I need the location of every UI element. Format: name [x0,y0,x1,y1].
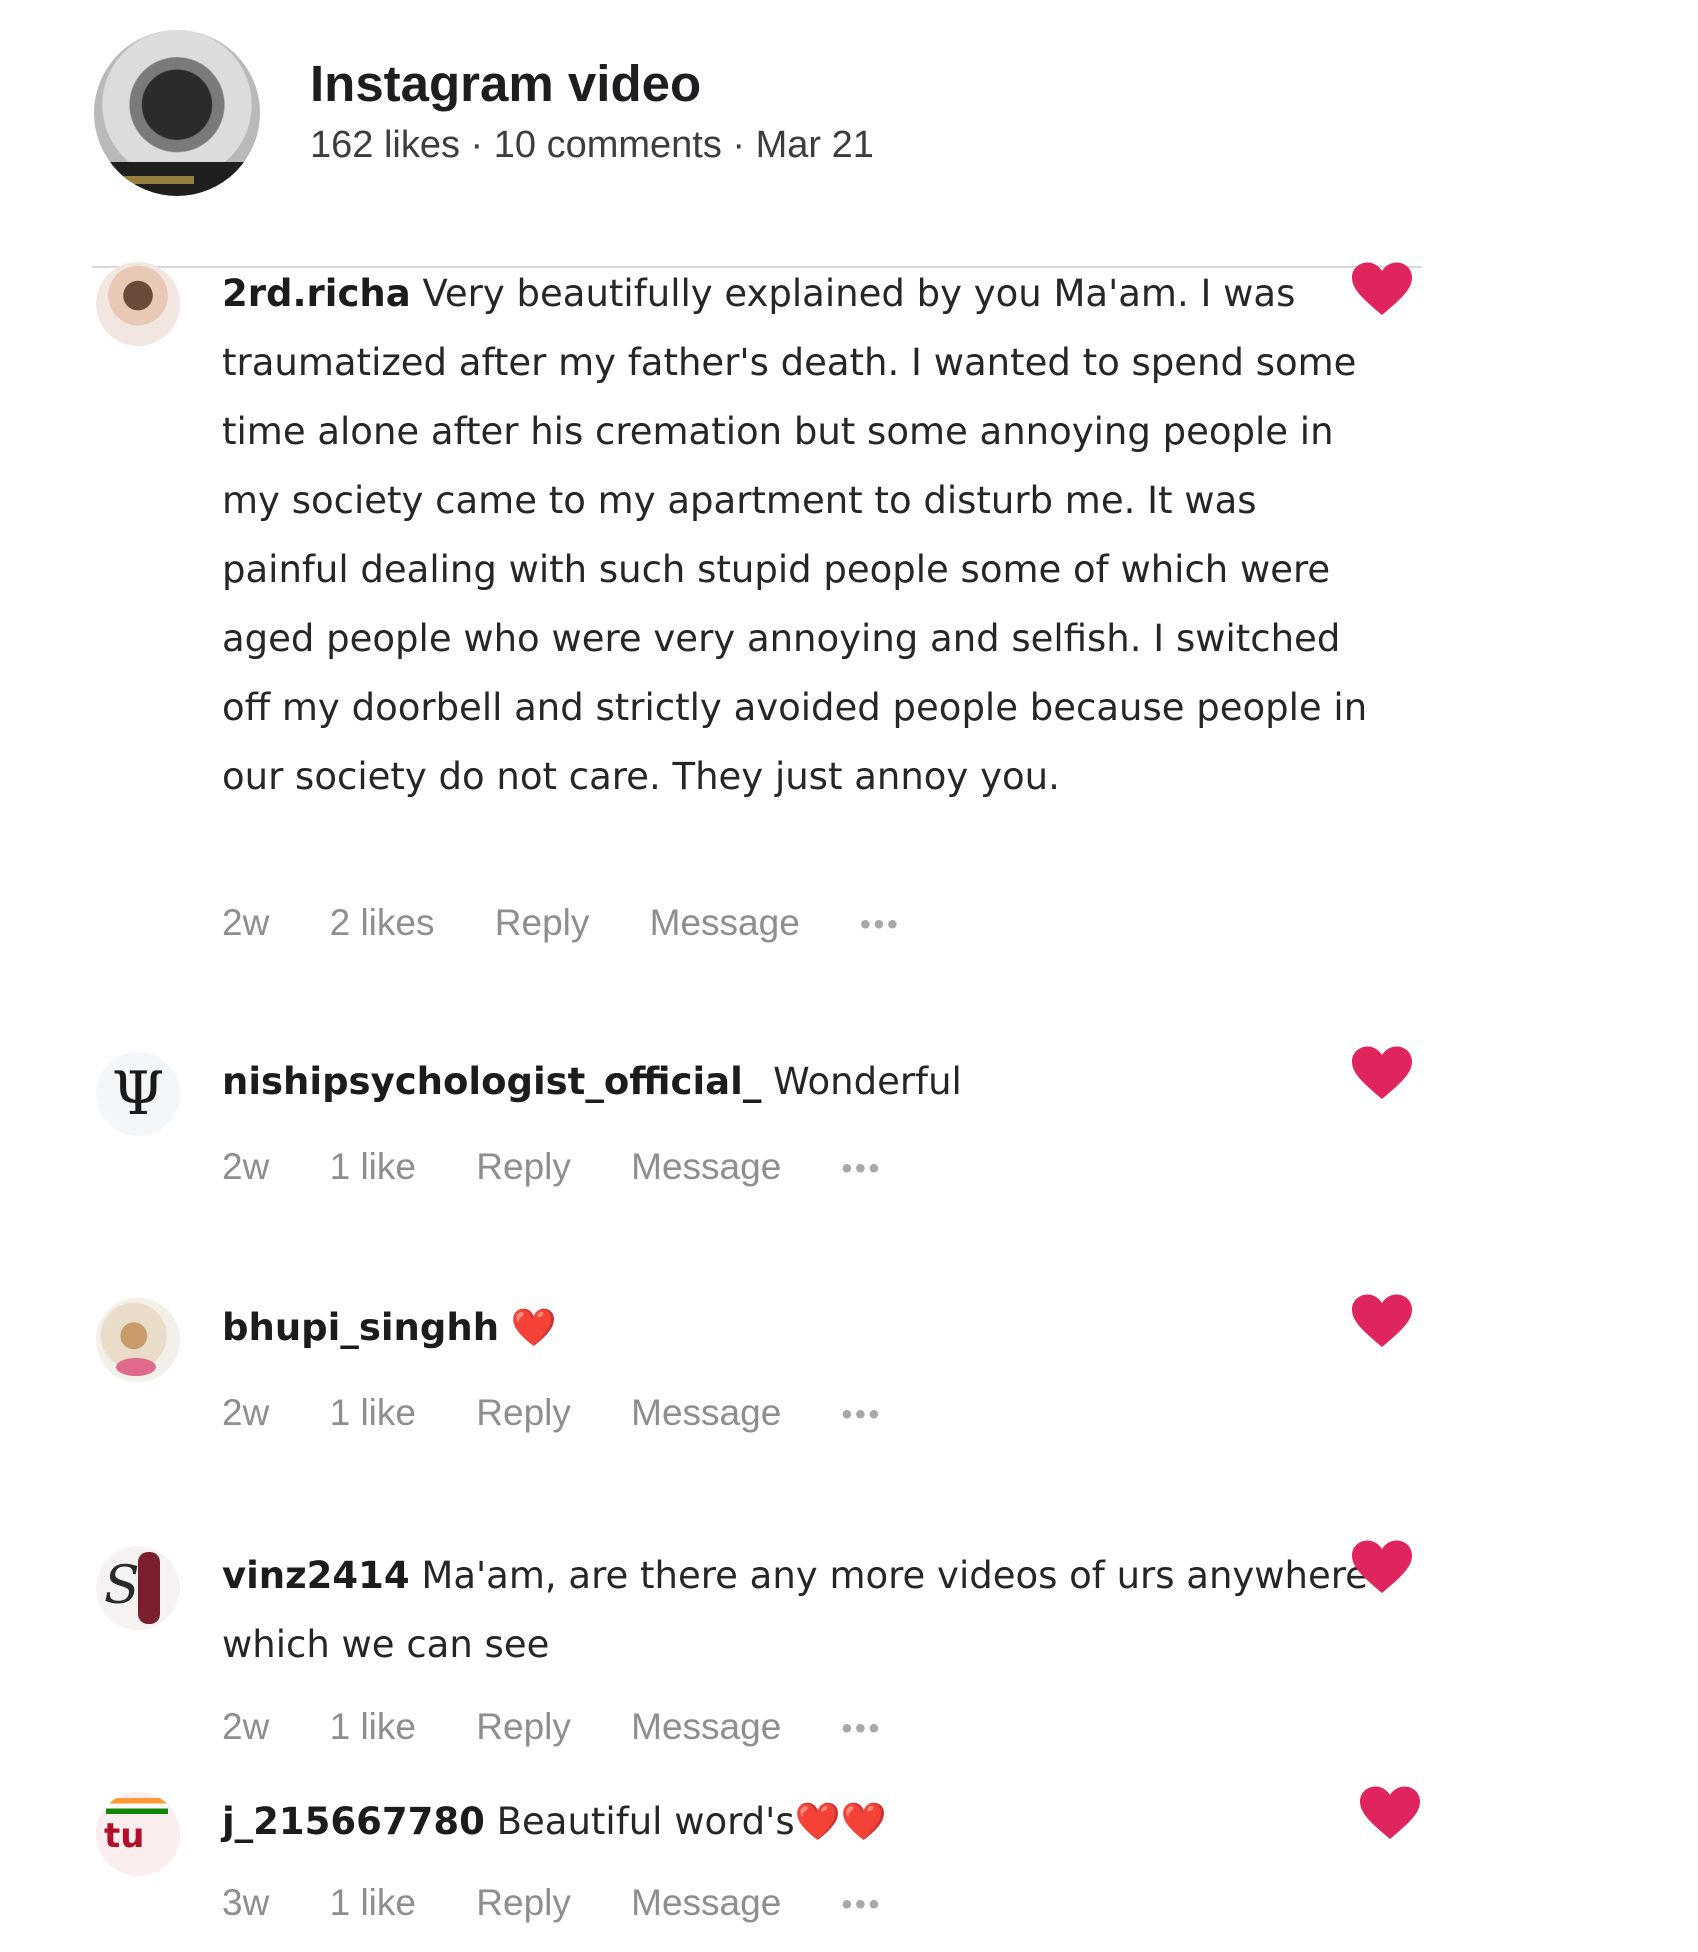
psi-icon: Ψ [111,1059,165,1129]
comment-text: vinz2414 Ma'am, are there any more video… [222,1541,1372,1679]
comment-text: j_215667780 Beautiful word's❤️❤️ [222,1787,1372,1856]
post-title[interactable]: Instagram video [310,54,701,113]
comment-likes[interactable]: 2 likes [330,902,435,944]
more-options-icon[interactable]: ••• [842,1888,883,1922]
reply-button[interactable]: Reply [476,1706,571,1748]
comment-time: 2w [222,1392,270,1433]
comment-actions: 2w 1 like Reply Message ••• [222,1392,932,1442]
comment-text: 2rd.richa Very beautifully explained by … [222,259,1372,811]
heart-icon[interactable] [1352,1540,1412,1596]
reply-button[interactable]: Reply [495,902,590,944]
comment-body: ❤️ [499,1306,557,1349]
reply-button[interactable]: Reply [476,1392,571,1434]
comment-username[interactable]: 2rd.richa [222,272,411,315]
avatar[interactable] [96,1298,180,1382]
heart-icon[interactable] [1360,1786,1420,1842]
comment-username[interactable]: j_215667780 [222,1800,485,1843]
comment-body: Wonderful [761,1060,962,1103]
comment-actions: 2w 2 likes Reply Message ••• [222,902,951,952]
comment-actions: 3w 1 like Reply Message ••• [222,1882,932,1932]
heart-icon[interactable] [1352,1294,1412,1350]
profile-avatar[interactable] [94,30,260,196]
avatar[interactable]: Ψ [96,1052,180,1136]
comment-username[interactable]: nishipsychologist_official_ [222,1060,761,1103]
comment-username[interactable]: vinz2414 [222,1554,410,1597]
message-button[interactable]: Message [631,1882,781,1924]
comment-body: Beautiful word's❤️❤️ [484,1800,887,1843]
message-button[interactable]: Message [631,1146,781,1188]
comment-actions: 2w 1 like Reply Message ••• [222,1706,932,1756]
more-options-icon[interactable]: ••• [842,1712,883,1746]
comment-text: bhupi_singhh ❤️ [222,1293,1372,1362]
message-button[interactable]: Message [631,1706,781,1748]
comment-time: 3w [222,1882,270,1923]
heart-icon[interactable] [1352,1046,1412,1102]
comment-likes[interactable]: 1 like [330,1706,416,1748]
reply-button[interactable]: Reply [476,1146,571,1188]
comment-time: 2w [222,1706,270,1747]
more-options-icon[interactable]: ••• [842,1152,883,1186]
comment-body: Very beautifully explained by you Ma'am.… [222,272,1368,798]
comment-username[interactable]: bhupi_singhh [222,1306,499,1349]
avatar[interactable]: S [96,1546,180,1630]
message-button[interactable]: Message [650,902,800,944]
message-button[interactable]: Message [631,1392,781,1434]
comment-time: 2w [222,1146,270,1187]
more-options-icon[interactable]: ••• [860,908,901,942]
heart-icon[interactable] [1352,262,1412,318]
comment-likes[interactable]: 1 like [330,1392,416,1434]
avatar[interactable] [96,262,180,346]
comment-likes[interactable]: 1 like [330,1146,416,1188]
more-options-icon[interactable]: ••• [842,1398,883,1432]
post-header: Instagram video 162 likes · 10 comments … [94,30,994,200]
avatar[interactable]: tu [96,1792,180,1876]
comment-actions: 2w 1 like Reply Message ••• [222,1146,932,1196]
reply-button[interactable]: Reply [476,1882,571,1924]
comment-time: 2w [222,902,270,943]
comment-text: nishipsychologist_official_ Wonderful [222,1047,1372,1116]
post-meta: 162 likes · 10 comments · Mar 21 [310,124,874,166]
comment-likes[interactable]: 1 like [330,1882,416,1924]
